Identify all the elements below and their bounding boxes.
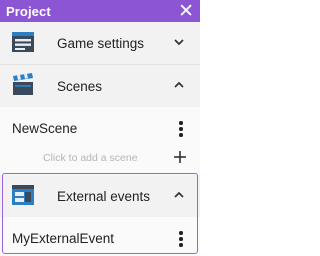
- chevron-up-icon[interactable]: [172, 78, 186, 92]
- add-scene-label: Click to add a scene: [43, 152, 138, 164]
- project-panel: Game settings Scenes NewScene Click to a…: [0, 22, 200, 256]
- section-scenes[interactable]: Scenes: [0, 65, 200, 107]
- section-label: Scenes: [57, 78, 103, 94]
- chevron-up-icon[interactable]: [172, 188, 186, 202]
- section-label: External events: [57, 188, 151, 204]
- section-label: Game settings: [57, 35, 145, 51]
- chevron-down-icon[interactable]: [172, 35, 186, 49]
- more-options-icon[interactable]: [179, 231, 183, 247]
- external-events-icon: [12, 185, 34, 205]
- window-title: Project: [6, 3, 51, 19]
- close-icon[interactable]: ✕: [178, 2, 194, 21]
- plus-icon[interactable]: [173, 150, 187, 164]
- list-item-external-event[interactable]: MyExternalEvent: [0, 217, 200, 256]
- title-bar: Project ✕: [0, 0, 200, 22]
- game-settings-icon: [12, 32, 34, 52]
- section-game-settings[interactable]: Game settings: [0, 22, 200, 64]
- more-options-icon[interactable]: [179, 121, 183, 137]
- scenes-clapperboard-icon: [13, 73, 33, 95]
- add-scene-row[interactable]: Click to add a scene: [0, 143, 200, 173]
- external-event-name: MyExternalEvent: [12, 231, 115, 246]
- scene-name: NewScene: [12, 120, 78, 136]
- section-external-events[interactable]: External events: [0, 175, 200, 217]
